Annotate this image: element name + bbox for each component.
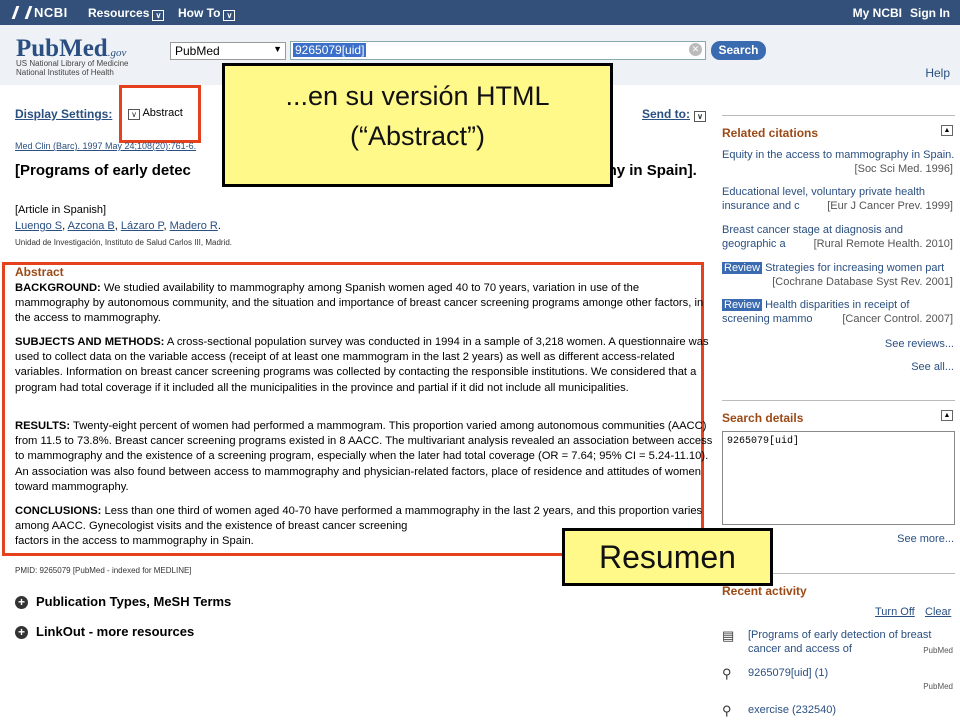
collapse-icon[interactable]: ▲ <box>941 410 953 421</box>
affiliation: Unidad de Investigación, Instituto de Sa… <box>15 238 233 247</box>
send-to-menu[interactable]: Send to: ∨ <box>642 107 706 122</box>
search-button[interactable]: Search <box>711 41 766 60</box>
display-settings-link[interactable]: Display Settings: <box>15 107 112 121</box>
search-details-header: Search details ▲ <box>722 400 955 425</box>
callout-html-version: ...en su versión HTML (“Abstract”) <box>222 63 613 187</box>
plus-icon: + <box>15 626 28 639</box>
abstract-heading: Abstract <box>15 265 64 279</box>
turn-off-link[interactable]: Turn Off <box>875 606 915 618</box>
publication-types-expander[interactable]: + Publication Types, MeSH Terms <box>15 594 231 609</box>
recent-activity-item[interactable]: ▤ [Programs of early detection of breast … <box>722 628 955 660</box>
related-citation[interactable]: Review Health disparities in receipt of s… <box>722 298 955 326</box>
ncbi-logo[interactable]: NCBI <box>11 5 68 20</box>
pmid-line: PMID: 9265079 [PubMed - indexed for MEDL… <box>15 566 192 575</box>
chevron-down-icon: ∨ <box>694 111 706 122</box>
journal-link[interactable]: Med Clin (Barc). 1997 May 24;108(20):761… <box>15 141 196 151</box>
see-reviews-link[interactable]: See reviews... <box>885 338 954 350</box>
author-link[interactable]: Lázaro P <box>121 220 164 232</box>
search-input[interactable]: 9265079[uid] ✕ <box>290 41 706 60</box>
clear-icon[interactable]: ✕ <box>689 43 702 56</box>
my-ncbi-link[interactable]: My NCBI <box>853 6 902 20</box>
author-list: Luengo S, Azcona B, Lázaro P, Madero R. <box>15 220 221 232</box>
journal-citation: Med Clin (Barc). 1997 May 24;108(20):761… <box>15 141 196 151</box>
author-link[interactable]: Azcona B <box>68 220 115 232</box>
see-all-link[interactable]: See all... <box>911 361 954 373</box>
display-highlight-box <box>119 85 201 143</box>
linkout-expander[interactable]: + LinkOut - more resources <box>15 624 194 639</box>
ncbi-top-bar: NCBI Resources ∨ How To ∨ My NCBI Sign In <box>0 0 960 25</box>
account-links: My NCBI Sign In <box>845 6 950 20</box>
resources-menu[interactable]: Resources ∨ <box>88 6 165 21</box>
author-link[interactable]: Madero R <box>170 220 218 232</box>
recent-activity-item[interactable]: ⚲ 9265079[uid] (1) PubMed <box>722 666 955 694</box>
chevron-down-icon: ∨ <box>152 10 165 21</box>
ncbi-logo-icon <box>11 6 33 19</box>
author-link[interactable]: Luengo S <box>15 220 62 232</box>
sign-in-link[interactable]: Sign In <box>910 6 950 20</box>
plus-icon: + <box>15 596 28 609</box>
help-link[interactable]: Help <box>925 66 950 80</box>
collapse-icon[interactable]: ▲ <box>941 125 953 136</box>
see-more-link[interactable]: See more... <box>897 533 954 545</box>
review-badge: Review <box>722 299 763 311</box>
search-icon: ⚲ <box>722 703 732 718</box>
abstract-results: RESULTS: Twenty-eight percent of women h… <box>15 420 713 493</box>
search-icon: ⚲ <box>722 666 732 681</box>
review-badge: Review <box>722 262 763 274</box>
article-language: [Article in Spanish] <box>15 204 107 216</box>
recent-activity-item[interactable]: ⚲ exercise (232540) <box>722 703 955 719</box>
howto-menu[interactable]: How To ∨ <box>178 6 236 21</box>
related-citation[interactable]: Equity in the access to mammography in S… <box>722 148 955 176</box>
search-details-textarea[interactable]: 9265079[uid] <box>722 431 955 525</box>
related-citation[interactable]: Breast cancer stage at diagnosis and geo… <box>722 223 955 251</box>
related-citation[interactable]: Educational level, voluntary private hea… <box>722 185 955 213</box>
related-citations-header: Related citations ▲ <box>722 115 955 140</box>
pubmed-subtitle: US National Library of Medicine National … <box>16 59 129 77</box>
chevron-down-icon: ▼ <box>273 44 282 54</box>
clear-link[interactable]: Clear <box>925 606 951 618</box>
abstract-background: BACKGROUND: We studied availability to m… <box>15 282 704 325</box>
callout-resumen: Resumen <box>562 528 773 586</box>
pubmed-page: NCBI Resources ∨ How To ∨ My NCBI Sign In P… <box>0 0 960 720</box>
related-citation[interactable]: Review Strategies for increasing women pa… <box>722 261 955 289</box>
abstract-methods: SUBJECTS AND METHODS: A cross-sectional … <box>15 336 709 394</box>
database-select[interactable]: PubMed ▼ <box>170 42 286 60</box>
document-icon: ▤ <box>722 628 735 643</box>
chevron-down-icon: ∨ <box>223 10 236 21</box>
